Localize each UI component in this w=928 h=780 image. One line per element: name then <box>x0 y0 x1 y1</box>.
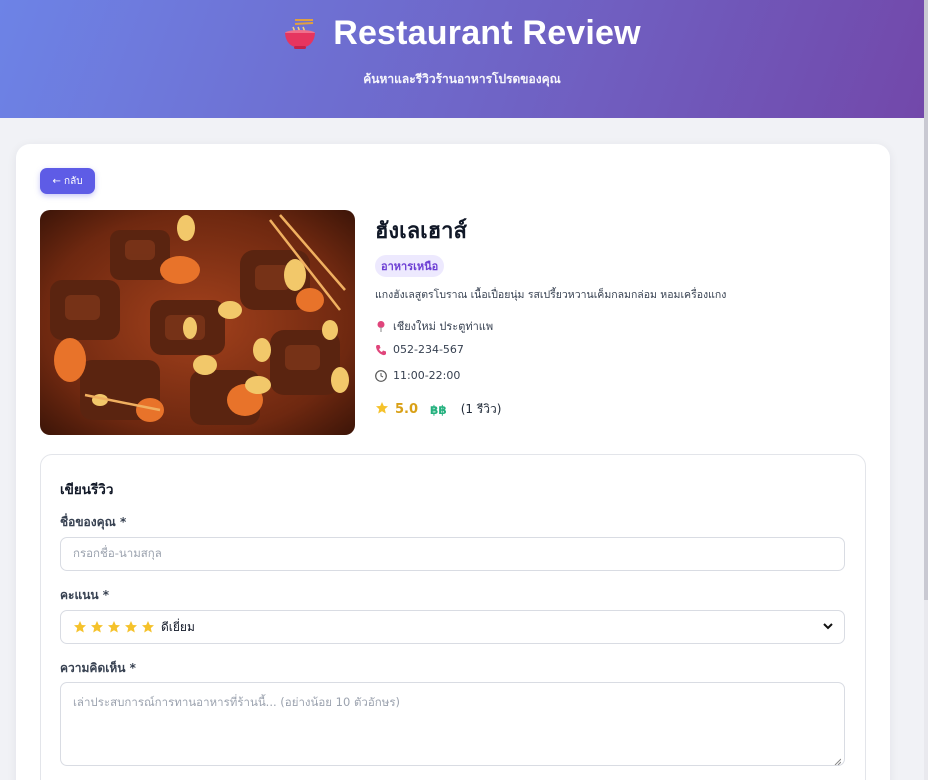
category-tag: อาหารเหนือ <box>375 255 445 277</box>
star-icon <box>375 401 389 418</box>
chevron-down-icon <box>822 620 834 635</box>
name-placeholder: กรอกชื่อ-นามสกุล <box>73 546 162 560</box>
review-count: (1 รีวิว) <box>460 402 502 416</box>
app-subtitle: ค้นหาและรีวิวร้านอาหารโปรดของคุณ <box>363 72 561 86</box>
rating-stars <box>73 620 155 634</box>
rating-select-text: ดีเยี่ยม <box>161 619 195 634</box>
star-icon <box>142 621 154 633</box>
location-text: เชียงใหม่ ประตูท่าแพ <box>393 320 494 333</box>
app-title: Restaurant Review <box>333 14 641 52</box>
comment-label: ความคิดเห็น * <box>60 661 136 675</box>
phone-icon <box>375 344 387 356</box>
star-icon <box>74 621 86 633</box>
phone-text: 052-234-567 <box>393 343 464 356</box>
name-label: ชื่อของคุณ * <box>60 515 127 529</box>
rating-select-value: ดีเยี่ยม <box>73 618 195 637</box>
scrollbar-thumb[interactable] <box>924 0 928 600</box>
phone-row: 052-234-567 <box>375 343 464 356</box>
page-scrollbar[interactable] <box>924 0 928 780</box>
restaurant-photo <box>40 210 355 435</box>
rating-select[interactable]: ดีเยี่ยม <box>60 610 845 644</box>
star-icon <box>91 621 103 633</box>
clock-icon <box>375 369 387 382</box>
star-icon <box>108 621 120 633</box>
back-button[interactable]: ← กลับ <box>40 168 95 194</box>
rating-value: 5.0 <box>395 402 419 417</box>
hours-text: 11:00-22:00 <box>393 369 461 382</box>
comment-textarea[interactable]: เล่าประสบการณ์การทานอาหารที่ร้านนี้... (… <box>60 682 845 766</box>
restaurant-name: ฮังเลเฮาส์ <box>375 219 467 244</box>
location-row: เชียงใหม่ ประตูท่าแพ <box>375 317 493 335</box>
page-header: Restaurant Review ค้นหาและรีวิวร้านอาหาร… <box>0 0 924 118</box>
restaurant-description: แกงฮังเลสูตรโบราณ เนื้อเปื่อยนุ่ม รสเปรี… <box>375 289 727 301</box>
name-input[interactable]: กรอกชื่อ-นามสกุล <box>60 537 845 571</box>
hours-row: 11:00-22:00 <box>375 369 460 382</box>
rating-summary: 5.0 ฿฿ (1 รีวิว) <box>375 400 501 419</box>
review-form-title: เขียนรีวิว <box>60 482 114 498</box>
comment-placeholder: เล่าประสบการณ์การทานอาหารที่ร้านนี้... (… <box>73 695 401 709</box>
rating-label: คะแนน * <box>60 588 110 602</box>
noodle-bowl-icon <box>283 17 317 51</box>
price-level: ฿฿ <box>430 402 447 417</box>
star-icon <box>125 621 137 633</box>
resize-grip-icon[interactable] <box>833 754 842 766</box>
pin-icon <box>375 320 387 332</box>
